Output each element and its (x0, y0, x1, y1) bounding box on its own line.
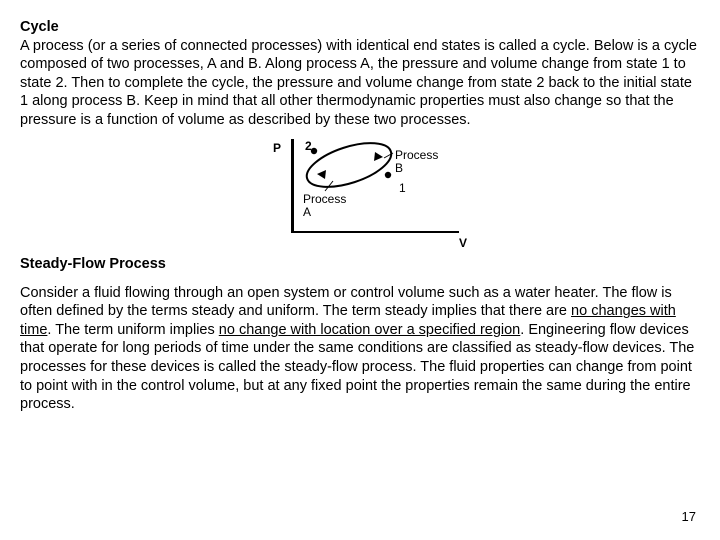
heading-cycle: Cycle (20, 18, 700, 37)
page-number: 17 (682, 509, 696, 526)
steady-flow-paragraph: Consider a fluid flowing through an open… (20, 284, 700, 414)
y-axis-label: P (273, 141, 281, 156)
pv-diagram: P V 2 1 Process A Process B (20, 137, 700, 247)
cycle-paragraph: A process (or a series of connected proc… (20, 37, 700, 130)
steady-text-mid: . The term uniform implies (47, 322, 218, 338)
x-axis-label: V (459, 236, 467, 251)
cycle-curves-icon (291, 139, 461, 233)
heading-steady-flow: Steady-Flow Process (20, 255, 700, 274)
underline-no-change-location: no change with location over a specified… (219, 322, 520, 338)
